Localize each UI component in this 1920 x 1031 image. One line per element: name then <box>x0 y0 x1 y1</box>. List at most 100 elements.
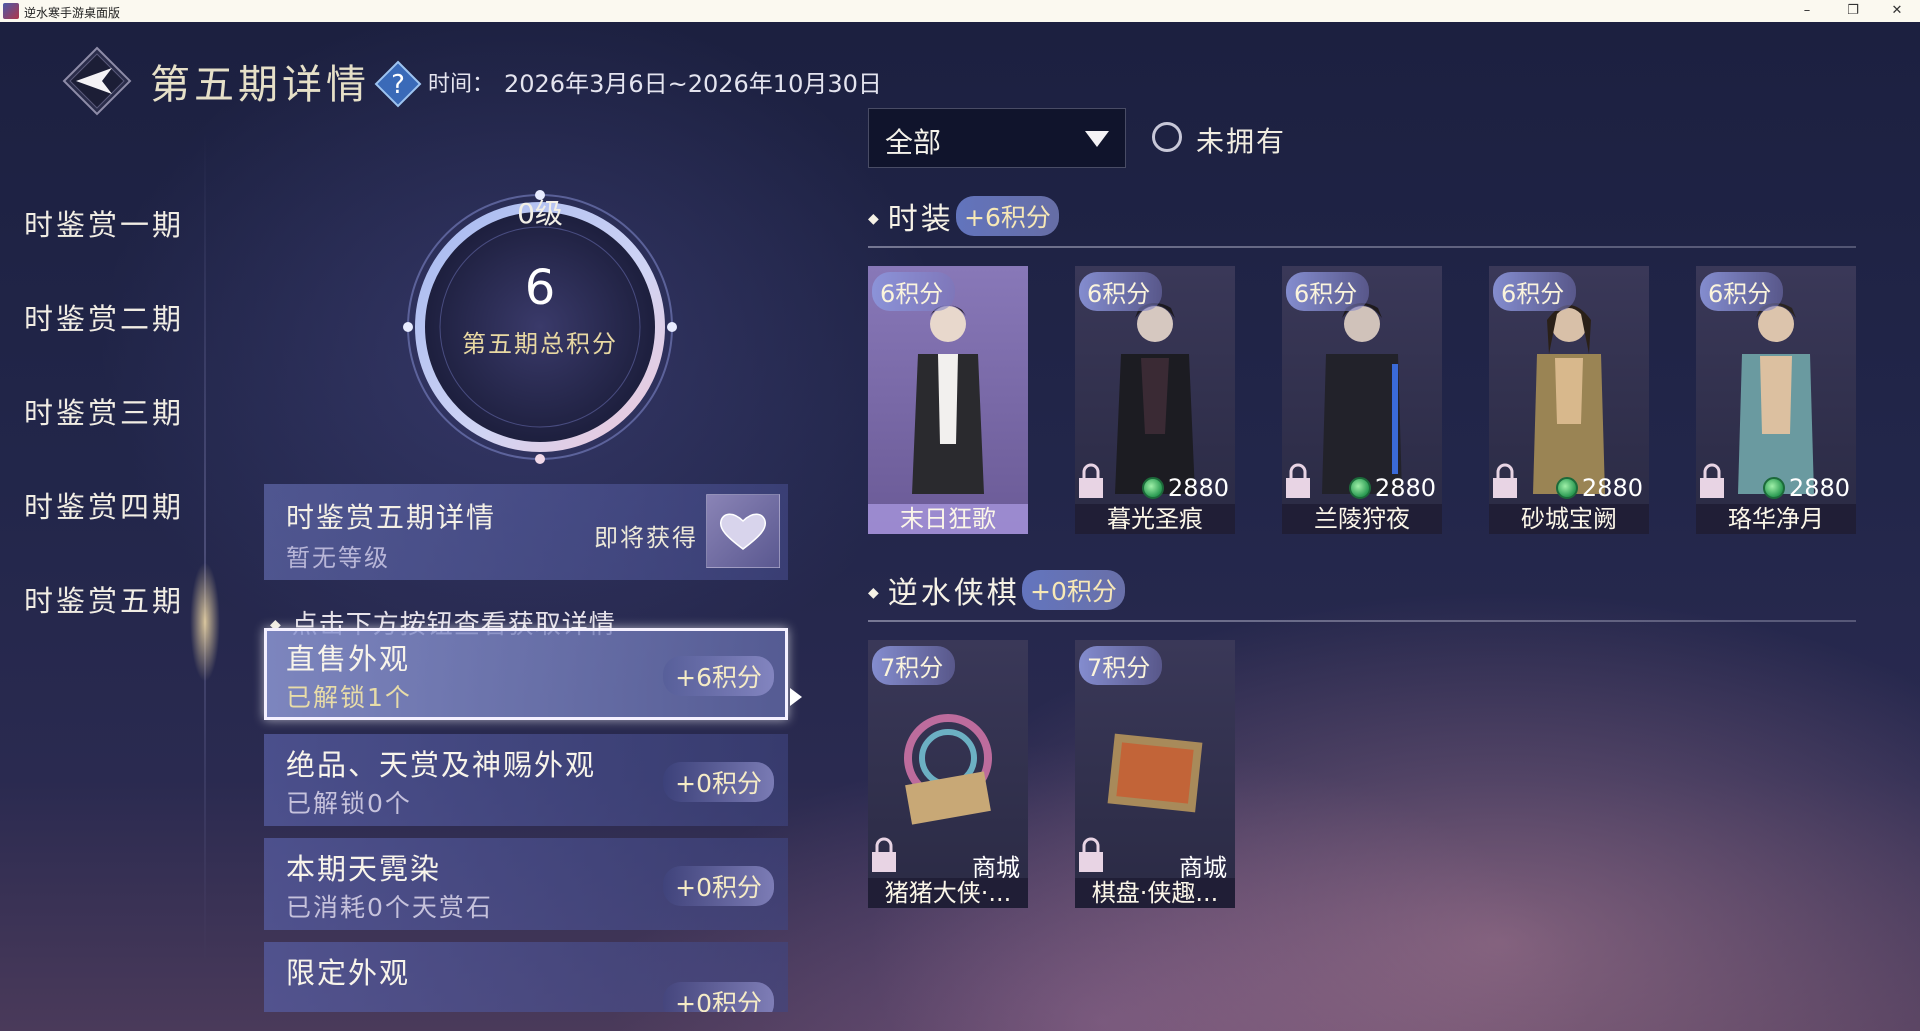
lock-icon <box>1079 463 1103 498</box>
sidebar-item-period-1[interactable]: 时鉴赏一期 <box>24 202 184 244</box>
item-points-badge: 7积分 <box>872 646 956 685</box>
close-button[interactable]: ✕ <box>1874 0 1920 22</box>
lock-icon <box>1286 463 1310 498</box>
unowned-label[interactable]: 未拥有 <box>1196 120 1286 160</box>
source-points-badge: +0积分 <box>663 866 774 906</box>
back-arrow-icon[interactable] <box>62 46 132 116</box>
character-figure <box>1738 303 1814 494</box>
item-points-badge: 6积分 <box>1286 272 1370 311</box>
source-subtitle: 已消耗0个天赏石 <box>286 893 493 922</box>
app-icon <box>3 3 19 19</box>
item-points-badge: 6积分 <box>872 272 956 311</box>
source-points-badge: +0积分 <box>663 762 774 802</box>
item-points-badge: 6积分 <box>1493 272 1577 311</box>
source-premium-outfits[interactable]: 绝品、天赏及神赐外观 已解锁0个 +0积分 <box>264 734 788 826</box>
source-subtitle: 已解锁0个 <box>286 789 412 818</box>
page-title: 第五期详情 <box>150 62 370 108</box>
source-title: 限定外观 <box>286 956 411 990</box>
time-label: 时间： <box>428 72 495 97</box>
item-price: 2880 <box>1555 474 1643 502</box>
detail-level: 暂无等级 <box>286 544 390 572</box>
item-points-badge: 7积分 <box>1079 646 1163 685</box>
outfit-card[interactable]: 6积分 末日狂歌 <box>868 266 1028 534</box>
unowned-radio[interactable] <box>1152 122 1182 152</box>
window-title: 逆水寒手游桌面版 <box>24 6 121 20</box>
character-figure <box>912 305 984 494</box>
source-direct-sale[interactable]: 直售外观 已解锁1个 +6积分 <box>264 628 788 720</box>
item-name: 末日狂歌 <box>868 504 1028 534</box>
item-name: 珞华净月 <box>1696 504 1856 534</box>
chess-item-card[interactable]: 7积分 商城 棋盘·侠趣... <box>1075 640 1235 908</box>
outfit-card[interactable]: 6积分 2880 兰陵狩夜 <box>1282 266 1442 534</box>
outfit-card[interactable]: 6积分 2880 砂城宝阙 <box>1489 266 1649 534</box>
triangle-down-icon <box>1085 131 1109 147</box>
item-points-badge: 6积分 <box>1079 272 1163 311</box>
period-detail-card[interactable]: 时鉴赏五期详情 暂无等级 即将获得 <box>264 484 788 580</box>
sidebar-item-period-2[interactable]: 时鉴赏二期 <box>24 296 184 338</box>
outfit-card[interactable]: 6积分 2880 珞华净月 <box>1696 266 1856 534</box>
character-figure <box>1533 305 1605 494</box>
source-subtitle: 已解锁1个 <box>286 683 412 712</box>
section-points-badge: +6积分 <box>956 196 1059 236</box>
jade-coin-icon <box>1555 477 1578 499</box>
item-price: 2880 <box>1348 474 1436 502</box>
character-figure <box>1322 303 1402 494</box>
item-price: 2880 <box>1141 474 1229 502</box>
lock-icon <box>1700 463 1724 498</box>
sidebar-selection-glow <box>190 562 220 682</box>
source-title: 本期天霓染 <box>286 852 442 886</box>
item-price-value: 2880 <box>1374 474 1436 502</box>
chessboard-item-art <box>1107 733 1203 813</box>
ring-total-score: 6 <box>524 260 556 316</box>
ring-score-label: 第五期总积分 <box>462 330 618 358</box>
source-limited-outfits[interactable]: 限定外观 +0积分 <box>264 942 788 1012</box>
source-title: 直售外观 <box>286 642 411 676</box>
section-title-text: 时装 <box>887 202 954 237</box>
time-value: 2026年3月6日~2026年10月30日 <box>504 70 882 98</box>
lock-icon <box>1493 463 1517 498</box>
item-price: 2880 <box>1762 474 1850 502</box>
section-title-chess: ◆ 逆水侠棋 <box>868 576 1020 611</box>
active-source-pointer <box>790 688 802 706</box>
sidebar-item-period-4[interactable]: 时鉴赏四期 <box>24 484 184 526</box>
item-name: 猪猪大侠·... <box>868 878 1028 908</box>
source-points-badge: +6积分 <box>663 656 774 696</box>
ring-level: 0级 <box>517 197 563 230</box>
character-figure <box>1115 303 1195 494</box>
item-name: 兰陵狩夜 <box>1282 504 1442 534</box>
item-price-value: 2880 <box>1581 474 1643 502</box>
sidebar-item-period-5[interactable]: 时鉴赏五期 <box>24 578 184 620</box>
outfit-card[interactable]: 6积分 2880 暮光圣痕 <box>1075 266 1235 534</box>
reward-thumbnail[interactable] <box>706 494 780 568</box>
category-dropdown[interactable]: 全部 <box>868 108 1126 168</box>
item-price-value: 2880 <box>1167 474 1229 502</box>
source-dye[interactable]: 本期天霓染 已消耗0个天赏石 +0积分 <box>264 838 788 930</box>
detail-soon-label: 即将获得 <box>594 524 698 552</box>
heart-wings-icon <box>719 513 767 550</box>
section-points-badge: +0积分 <box>1022 570 1125 610</box>
restore-button[interactable]: ❐ <box>1830 0 1876 22</box>
dropdown-value: 全部 <box>885 126 942 159</box>
sidebar-item-period-3[interactable]: 时鉴赏三期 <box>24 390 184 432</box>
window-titlebar: 逆水寒手游桌面版 – ❐ ✕ <box>0 0 1920 22</box>
item-name: 暮光圣痕 <box>1075 504 1235 534</box>
item-name: 棋盘·侠趣... <box>1075 878 1235 908</box>
section-title-fashion: ◆ 时装 <box>868 202 954 237</box>
item-name: 砂城宝阙 <box>1489 504 1649 534</box>
minimize-button[interactable]: – <box>1784 0 1830 22</box>
detail-title: 时鉴赏五期详情 <box>286 501 497 534</box>
lock-icon <box>1079 837 1103 872</box>
jade-coin-icon <box>1348 477 1371 499</box>
sidebar-divider <box>204 132 206 962</box>
chess-item-card[interactable]: 7积分 商城 猪猪大侠·... <box>868 640 1028 908</box>
section-title-text: 逆水侠棋 <box>887 576 1020 611</box>
question-diamond-icon[interactable]: ? <box>374 60 422 108</box>
section-divider <box>868 620 1856 622</box>
lock-icon <box>872 837 896 872</box>
item-points-badge: 6积分 <box>1700 272 1784 311</box>
jade-coin-icon <box>1141 477 1164 499</box>
section-divider <box>868 246 1856 248</box>
help-glyph: ? <box>391 70 405 100</box>
item-price-value: 2880 <box>1788 474 1850 502</box>
swirl-item-art <box>904 714 992 825</box>
